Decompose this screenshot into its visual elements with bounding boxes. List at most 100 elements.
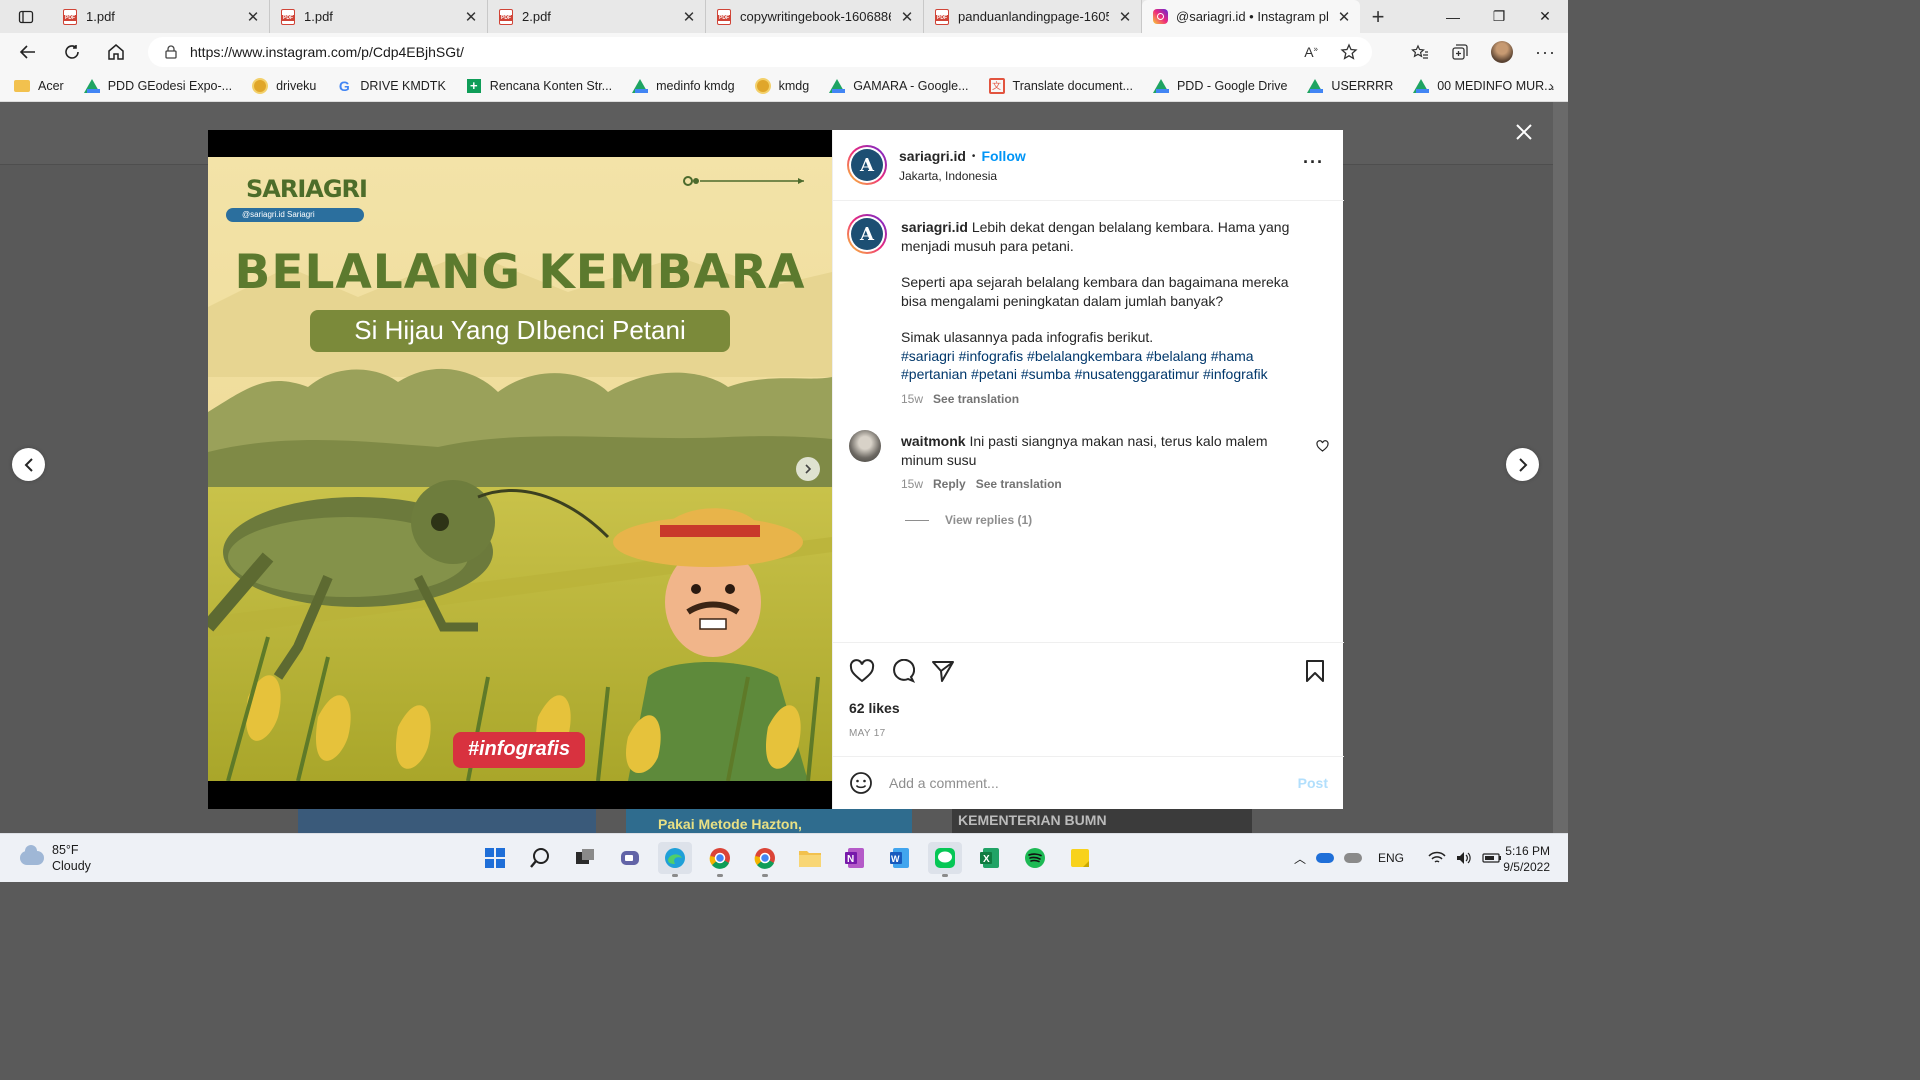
post-comment-button[interactable]: Post <box>1298 775 1328 791</box>
share-paper-plane-icon[interactable] <box>931 659 955 683</box>
comment-bubble-icon[interactable] <box>891 659 915 683</box>
bookmark-medinfo-kmdg[interactable]: medinfo kmdg <box>632 78 735 94</box>
likes-count[interactable]: 62 likes <box>849 700 900 716</box>
onedrive-personal-icon[interactable] <box>1344 853 1363 863</box>
comment-input[interactable]: Add a comment... <box>889 775 1298 791</box>
author-avatar[interactable]: A <box>847 145 887 185</box>
bookmark-medinfo-mur[interactable]: 00 MEDINFO MUR... <box>1413 78 1555 94</box>
windows-logo-icon <box>485 848 505 868</box>
tab-instagram[interactable]: @sariagri.id • Instagram ph ✕ <box>1142 0 1360 33</box>
teams-chat-button[interactable] <box>613 842 647 874</box>
tab-pdf-5[interactable]: panduanlandingpage-1605 ✕ <box>924 0 1142 33</box>
google-drive-icon <box>632 78 649 94</box>
onenote-button[interactable]: N <box>838 842 872 874</box>
edge-taskbar-button[interactable] <box>658 842 692 877</box>
language-indicator[interactable]: ENG <box>1378 851 1404 865</box>
pdf-icon <box>280 8 296 25</box>
chevron-up-icon[interactable]: ︿ <box>1294 850 1306 867</box>
like-heart-icon[interactable] <box>849 659 875 683</box>
tab-close-icon[interactable]: ✕ <box>463 8 479 26</box>
tab-pdf-4[interactable]: copywritingebook-1606886 ✕ <box>706 0 924 33</box>
caption-username[interactable]: sariagri.id <box>901 219 968 235</box>
next-post-button[interactable] <box>1506 448 1539 481</box>
collections-icon[interactable] <box>1451 43 1469 61</box>
reply-link[interactable]: Reply <box>933 477 966 491</box>
line-button[interactable] <box>928 842 962 877</box>
bookmark-pdd-geodesi[interactable]: PDD GEodesi Expo-... <box>83 78 232 94</box>
tab-close-icon[interactable]: ✕ <box>899 8 915 26</box>
comment-see-translation-link[interactable]: See translation <box>976 477 1062 491</box>
tab-pdf-1[interactable]: 1.pdf ✕ <box>52 0 270 33</box>
bookmark-label: kmdg <box>778 79 810 93</box>
bookmark-save-icon[interactable] <box>1305 659 1325 683</box>
lock-icon <box>165 45 177 59</box>
more-options-icon[interactable]: ··· <box>1535 42 1556 63</box>
bookmark-driveku[interactable]: driveku <box>252 78 316 94</box>
excel-button[interactable]: X <box>973 842 1007 874</box>
caption-hashtags[interactable]: #sariagri #infografis #belalangkembara #… <box>901 347 1301 384</box>
tab-close-icon[interactable]: ✕ <box>1117 8 1133 26</box>
follow-button[interactable]: Follow <box>981 148 1025 164</box>
carousel-next-button[interactable] <box>796 457 820 481</box>
bookmark-pdd-google-drive[interactable]: PDD - Google Drive <box>1152 78 1287 94</box>
previous-post-button[interactable] <box>12 448 45 481</box>
word-button[interactable]: W <box>883 842 917 874</box>
battery-icon[interactable] <box>1482 852 1502 864</box>
close-modal-icon[interactable] <box>1512 120 1536 144</box>
add-favorite-icon[interactable] <box>1340 43 1358 61</box>
refresh-button[interactable] <box>50 33 94 71</box>
see-translation-link[interactable]: See translation <box>933 392 1019 406</box>
tab-actions-button[interactable] <box>0 0 52 33</box>
post-location[interactable]: Jakarta, Indonesia <box>899 169 997 183</box>
emoji-icon[interactable] <box>849 771 873 795</box>
chrome-button-1[interactable] <box>703 842 737 877</box>
bookmark-acer[interactable]: Acer <box>14 78 64 94</box>
bookmark-drive-kmdtk[interactable]: G DRIVE KMDTK <box>336 78 446 94</box>
tab-close-icon[interactable]: ✕ <box>681 8 697 26</box>
bookmark-userrrr[interactable]: USERRRR <box>1307 78 1393 94</box>
chat-icon <box>621 851 639 865</box>
task-view-button[interactable] <box>568 842 602 874</box>
bookmark-gamara[interactable]: GAMARA - Google... <box>829 78 969 94</box>
sun-icon <box>252 78 268 94</box>
address-bar[interactable]: https://www.instagram.com/p/Cdp4EBjhSGt/… <box>148 37 1372 67</box>
chevron-right-icon <box>1518 457 1527 472</box>
spotify-button[interactable] <box>1018 842 1052 874</box>
start-button[interactable] <box>478 842 512 874</box>
tab-close-icon[interactable]: ✕ <box>1336 8 1352 26</box>
chrome-button-2[interactable] <box>748 842 782 877</box>
tab-close-icon[interactable]: ✕ <box>245 8 261 26</box>
read-aloud-icon[interactable]: A» <box>1304 44 1318 60</box>
bookmark-translate[interactable]: 文 Translate document... <box>988 78 1133 94</box>
weather-widget[interactable]: 85°F Cloudy <box>20 842 91 874</box>
profile-avatar-icon[interactable] <box>1491 41 1514 63</box>
more-options-icon[interactable]: ··· <box>1303 152 1324 173</box>
system-clock[interactable]: 5:16 PM 9/5/2022 <box>1503 843 1550 875</box>
tab-pdf-3[interactable]: 2.pdf ✕ <box>488 0 706 33</box>
comment-username[interactable]: waitmonk <box>901 433 966 449</box>
page-scrollbar[interactable] <box>1553 102 1568 833</box>
bookmark-rencana-konten[interactable]: + Rencana Konten Str... <box>466 78 612 94</box>
favorites-icon[interactable] <box>1411 43 1429 61</box>
chevron-right-icon[interactable]: › <box>1549 78 1554 95</box>
onedrive-icon[interactable] <box>1316 853 1335 863</box>
commenter-avatar[interactable] <box>849 430 881 462</box>
author-username[interactable]: sariagri.id <box>899 148 966 164</box>
sticky-notes-button[interactable] <box>1063 842 1097 874</box>
file-explorer-button[interactable] <box>793 842 827 874</box>
tab-pdf-2[interactable]: 1.pdf ✕ <box>270 0 488 33</box>
caption-author-avatar[interactable]: A <box>847 214 887 254</box>
chevron-left-icon <box>24 457 33 472</box>
view-replies-button[interactable]: View replies (1) <box>905 513 1032 527</box>
back-button[interactable] <box>6 33 50 71</box>
comment-like-heart-icon[interactable] <box>1316 440 1329 452</box>
minimize-icon[interactable]: — <box>1430 0 1476 33</box>
volume-icon[interactable] <box>1456 851 1472 865</box>
home-button[interactable] <box>94 33 138 71</box>
new-tab-button[interactable]: + <box>1360 0 1396 33</box>
search-button[interactable] <box>523 842 557 874</box>
close-window-icon[interactable]: ✕ <box>1522 0 1568 33</box>
bookmark-kmdg[interactable]: kmdg <box>755 78 810 94</box>
wifi-icon[interactable] <box>1428 851 1446 865</box>
restore-icon[interactable]: ❐ <box>1476 0 1522 33</box>
